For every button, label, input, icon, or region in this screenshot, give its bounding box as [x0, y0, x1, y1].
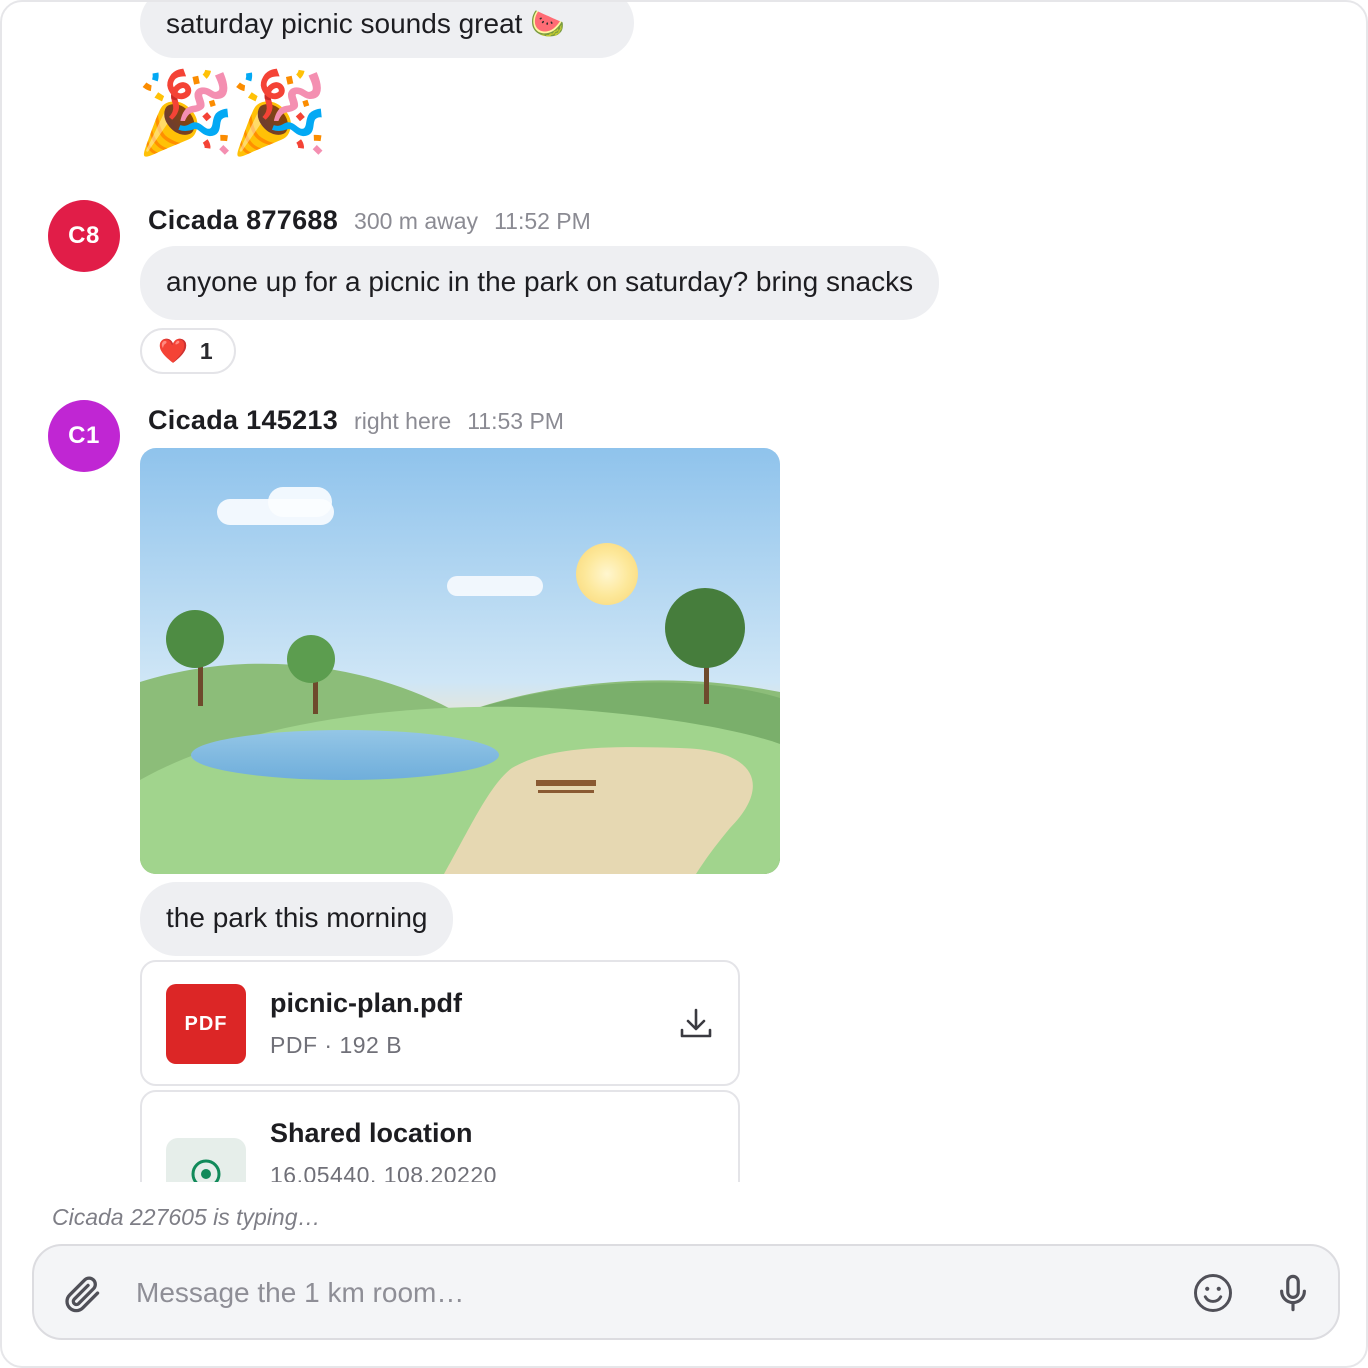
- message-feed[interactable]: saturday picnic sounds great 🍉 🎉🎉 C8 Cic…: [2, 2, 1366, 1182]
- location-coordinates: 16.05440, 108.20220: [270, 1162, 497, 1182]
- timestamp: 11:53 PM: [467, 408, 564, 434]
- message-bubble-partial: saturday picnic sounds great 🍉: [140, 2, 634, 58]
- location-card[interactable]: Shared location 16.05440, 108.20220: [140, 1090, 740, 1182]
- location-title: Shared location: [270, 1118, 473, 1148]
- file-name: picnic-plan.pdf: [270, 988, 462, 1018]
- message-bubble[interactable]: anyone up for a picnic in the park on sa…: [140, 246, 940, 320]
- distance-label: right here: [354, 408, 452, 434]
- pdf-file-icon: PDF: [166, 984, 246, 1064]
- microphone-icon[interactable]: [1272, 1272, 1314, 1314]
- smiley-icon[interactable]: [1192, 1272, 1234, 1314]
- timestamp: 11:52 PM: [494, 208, 591, 234]
- download-icon[interactable]: [678, 1006, 714, 1042]
- typing-indicator: Cicada 227605 is typing…: [52, 1204, 321, 1230]
- image-attachment[interactable]: [140, 448, 780, 874]
- heart-emoji-icon: ❤️: [158, 337, 188, 365]
- sender-name[interactable]: Cicada 877688: [148, 205, 338, 236]
- message-bubble[interactable]: the park this morning: [140, 882, 454, 956]
- avatar[interactable]: C8: [48, 200, 120, 272]
- location-pin-icon: [166, 1138, 246, 1182]
- distance-label: 300 m away: [354, 208, 479, 234]
- chat-window: saturday picnic sounds great 🍉 🎉🎉 C8 Cic…: [0, 0, 1368, 1368]
- message-composer: [32, 1244, 1340, 1340]
- paperclip-icon[interactable]: [60, 1272, 104, 1316]
- emoji-message: 🎉🎉: [136, 68, 329, 157]
- reaction-chip[interactable]: ❤️ 1: [140, 328, 236, 374]
- park-illustration: [140, 448, 780, 874]
- file-meta: PDF · 192 B: [270, 1032, 403, 1058]
- avatar[interactable]: C1: [48, 400, 120, 472]
- message-header: Cicada 145213 right here 11:53 PM: [148, 405, 564, 436]
- message-header: Cicada 877688 300 m away 11:52 PM: [148, 205, 591, 236]
- message-input[interactable]: [134, 1264, 1138, 1322]
- sender-name[interactable]: Cicada 145213: [148, 405, 338, 436]
- reaction-count: 1: [199, 337, 213, 364]
- file-attachment-card[interactable]: PDF picnic-plan.pdf PDF · 192 B: [140, 960, 740, 1086]
